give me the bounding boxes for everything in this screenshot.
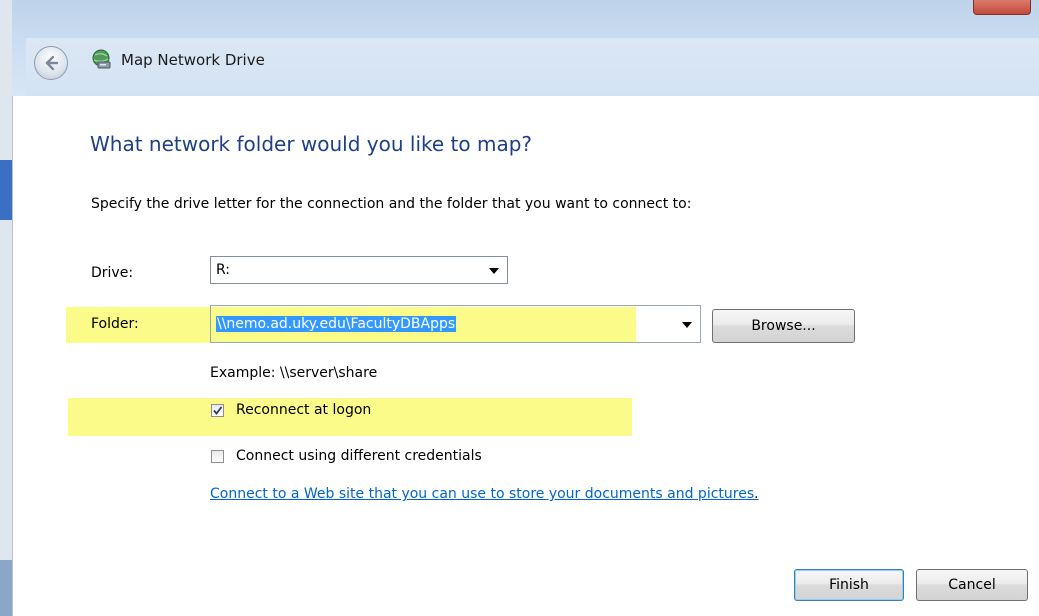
finish-button[interactable]: Finish	[794, 569, 904, 601]
link-period: .	[754, 486, 759, 502]
close-button[interactable]	[973, 0, 1031, 15]
checkmark-icon	[213, 406, 223, 415]
back-button[interactable]	[34, 46, 68, 80]
background-window-selection	[0, 160, 12, 220]
cancel-button[interactable]: Cancel	[916, 569, 1028, 601]
reconnect-checkbox[interactable]	[211, 404, 224, 417]
chevron-down-icon	[489, 268, 499, 274]
folder-input-value: \\nemo.ad.uky.edu\FacultyDBApps	[216, 316, 457, 332]
example-text: Example: \\server\share	[210, 365, 378, 381]
folder-input[interactable]: \\nemo.ad.uky.edu\FacultyDBApps	[210, 305, 701, 343]
back-arrow-icon	[45, 55, 59, 71]
page-title: What network folder would you like to ma…	[90, 132, 533, 156]
credentials-checkbox[interactable]	[211, 450, 224, 463]
web-site-link-text[interactable]: Connect to a Web site that you can use t…	[210, 486, 754, 502]
web-site-link[interactable]: Connect to a Web site that you can use t…	[210, 486, 759, 502]
drive-select-value: R:	[216, 262, 231, 278]
dialog-content	[26, 96, 1039, 616]
drive-select[interactable]: R:	[210, 256, 508, 284]
reconnect-label[interactable]: Reconnect at logon	[236, 402, 371, 418]
instruction-text: Specify the drive letter for the connect…	[91, 196, 692, 212]
background-window-scroll	[0, 560, 12, 616]
credentials-label[interactable]: Connect using different credentials	[236, 448, 482, 464]
window-title: Map Network Drive	[121, 51, 265, 69]
chevron-down-icon[interactable]	[682, 322, 692, 328]
network-drive-icon	[92, 49, 111, 69]
browse-button[interactable]: Browse...	[712, 309, 855, 343]
drive-label: Drive:	[91, 265, 134, 281]
folder-label: Folder:	[91, 316, 139, 332]
